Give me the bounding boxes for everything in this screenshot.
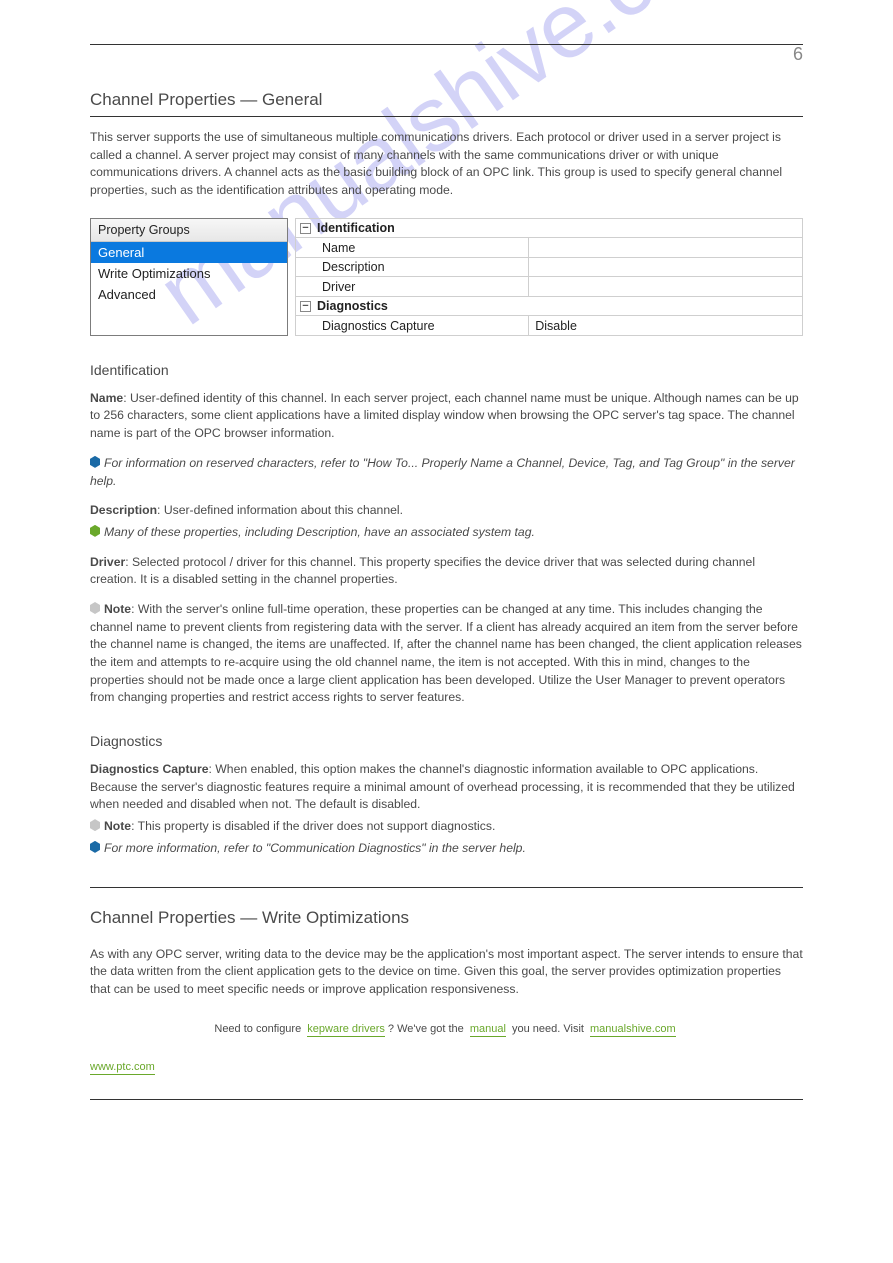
definition-driver: Driver: Selected protocol / driver for t…: [90, 554, 803, 589]
footer-links: Need to configure kepware drivers? We've…: [90, 1023, 803, 1035]
subheading-diagnostics: Diagnostics: [90, 733, 803, 749]
property-groups-header: Property Groups: [91, 219, 287, 242]
note-description: Many of these properties, including Desc…: [90, 524, 803, 542]
info-icon: [90, 841, 100, 853]
note-driver-text: : With the server's online full-time ope…: [90, 602, 802, 704]
note-icon: [90, 602, 100, 614]
prop-group-row-identification[interactable]: −Identification: [296, 218, 803, 238]
prop-group-write-opt[interactable]: Write Optimizations: [91, 263, 287, 284]
prop-group-general[interactable]: General: [91, 242, 287, 263]
definition-diagnostics: Diagnostics Capture: When enabled, this …: [90, 761, 803, 814]
footer-link-site[interactable]: manualshive.com: [590, 1023, 676, 1037]
section-heading-general: Channel Properties — General: [90, 90, 803, 117]
term-description: Description: [90, 503, 157, 517]
page-number: 6: [793, 44, 803, 65]
footer-mid2: you need. Visit: [509, 1023, 587, 1035]
note-label-2: Note: [104, 819, 131, 833]
note-diag2-text: For more information, refer to "Communic…: [104, 841, 526, 855]
property-groups-list: Property Groups General Write Optimizati…: [90, 218, 288, 336]
note-icon: [90, 819, 100, 831]
tip-icon: [90, 525, 100, 537]
text-description: : User-defined information about this ch…: [157, 503, 403, 517]
note-name-text: For information on reserved characters, …: [90, 456, 795, 488]
definition-description: Description: User-defined information ab…: [90, 502, 803, 520]
note-diag2: For more information, refer to "Communic…: [90, 840, 803, 858]
footer-ptc-link[interactable]: www.ptc.com: [90, 1061, 155, 1075]
note-driver: Note: With the server's online full-time…: [90, 601, 803, 707]
prop-driver-value[interactable]: [529, 277, 803, 297]
note-name: For information on reserved characters, …: [90, 455, 803, 490]
note-diag1-text: : This property is disabled if the drive…: [131, 819, 495, 833]
prop-diag-label: Diagnostics Capture: [296, 316, 529, 336]
collapse-icon[interactable]: −: [300, 223, 311, 234]
prop-description-label: Description: [296, 257, 529, 277]
subheading-identification: Identification: [90, 362, 803, 378]
note-desc-text: Many of these properties, including Desc…: [104, 525, 535, 539]
prop-diag-value[interactable]: Disable: [529, 316, 803, 336]
prop-group-row-diagnostics[interactable]: −Diagnostics: [296, 296, 803, 316]
prop-driver-label: Driver: [296, 277, 529, 297]
prop-name-value[interactable]: [529, 238, 803, 258]
note-label: Note: [104, 602, 131, 616]
info-icon: [90, 456, 100, 468]
term-driver: Driver: [90, 555, 125, 569]
footer-lead: Need to configure: [214, 1023, 304, 1035]
term-name: Name: [90, 391, 123, 405]
collapse-icon[interactable]: −: [300, 301, 311, 312]
property-table: −Identification Name Description Driver …: [295, 218, 803, 336]
definition-name: Name: User-defined identity of this chan…: [90, 390, 803, 443]
term-diagnostics: Diagnostics Capture: [90, 762, 209, 776]
note-diag1: Note: This property is disabled if the d…: [90, 818, 803, 836]
divider: [90, 887, 803, 888]
top-rule: [90, 44, 803, 45]
section-heading-writeopt: Channel Properties — Write Optimizations: [90, 908, 803, 934]
text-name: : User-defined identity of this channel.…: [90, 391, 799, 440]
prop-description-value[interactable]: [529, 257, 803, 277]
footer-link-drivers[interactable]: kepware drivers: [307, 1023, 385, 1037]
footer-mid1: ? We've got the: [388, 1023, 467, 1035]
text-driver: : Selected protocol / driver for this ch…: [90, 555, 755, 587]
prop-group-advanced[interactable]: Advanced: [91, 284, 287, 305]
footer-link-manual[interactable]: manual: [470, 1023, 506, 1037]
properties-panel: Property Groups General Write Optimizati…: [90, 218, 803, 336]
intro-paragraph: This server supports the use of simultan…: [90, 129, 803, 200]
writeopt-paragraph: As with any OPC server, writing data to …: [90, 946, 803, 999]
bottom-rule: [90, 1099, 803, 1100]
prop-name-label: Name: [296, 238, 529, 258]
